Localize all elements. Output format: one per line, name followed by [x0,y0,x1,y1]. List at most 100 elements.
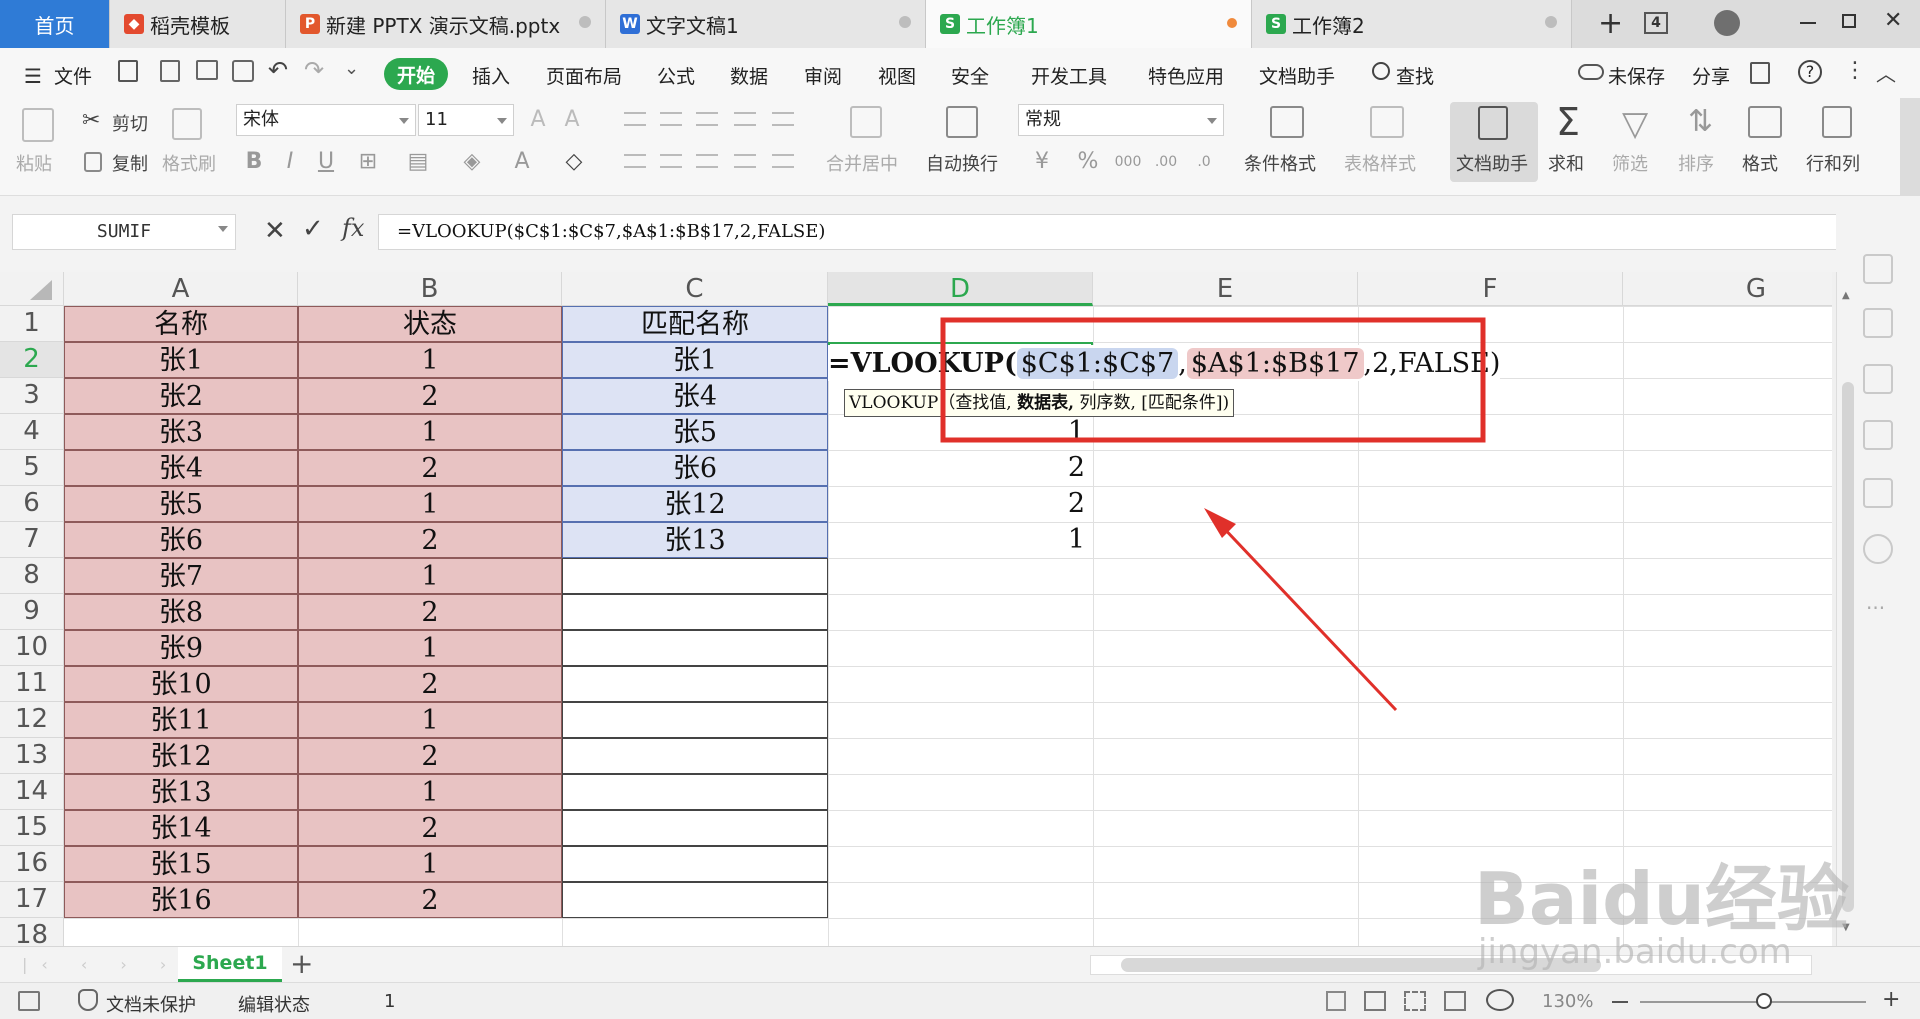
help-panel-icon[interactable] [1863,534,1893,564]
sort-icon[interactable]: ⇅ [1688,104,1713,139]
share-button[interactable]: 分享 [1692,62,1730,89]
cancel-icon[interactable]: ✕ [264,216,286,246]
zoom-slider-track[interactable] [1640,1001,1866,1003]
menu-features[interactable]: 特色应用 [1148,62,1224,89]
more-icon[interactable]: ⋮ [1844,58,1866,83]
publish-icon[interactable] [1750,62,1770,84]
menu-developer[interactable]: 开发工具 [1031,62,1107,89]
new-tab-icon[interactable]: + [1598,6,1623,41]
doc-assistant-icon[interactable] [1478,106,1508,140]
menu-home-start[interactable]: 开始 [384,58,448,90]
collapse-ribbon-icon[interactable]: ︿ [1876,58,1896,87]
bold-icon[interactable]: B [240,148,268,176]
font-grow-icon[interactable]: A [524,106,552,134]
customize-toolbar-icon[interactable]: ⌄ [344,58,359,79]
menu-doc-assistant[interactable]: 文档助手 [1259,62,1335,89]
close-icon[interactable] [579,16,591,28]
fullscreen-icon[interactable] [1326,991,1346,1011]
align-center-icon[interactable] [660,154,682,168]
name-box[interactable]: SUMIF [12,214,236,250]
sigma-icon[interactable]: Σ [1556,100,1580,144]
indent-decrease-icon[interactable] [734,112,756,126]
page-break-icon[interactable] [1404,991,1426,1011]
add-sheet-icon[interactable]: + [290,947,313,980]
format-icon[interactable] [1748,106,1782,138]
zoom-out-icon[interactable] [1612,1001,1628,1003]
menu-data[interactable]: 数据 [730,62,768,89]
formula-input[interactable]: =VLOOKUP($C$1:$C$7,$A$1:$B$17,2,FALSE) [378,214,1850,250]
fill-color-icon[interactable]: ◈ [458,148,486,176]
copy-icon[interactable] [84,152,102,172]
help-icon[interactable]: ? [1798,60,1822,84]
justify-icon[interactable] [734,154,756,168]
wrap-text-icon[interactable] [946,106,978,138]
sheet-nav-icon[interactable]: |‹ ‹ › ›| [22,955,200,974]
scroll-thumb[interactable] [1842,382,1854,912]
font-shrink-icon[interactable]: A [558,106,586,134]
tab-workbook2[interactable]: S 工作簿2 [1252,0,1572,48]
backup-icon[interactable] [1863,420,1893,450]
row-col-icon[interactable] [1822,106,1852,138]
cell-style-icon[interactable]: ▤ [404,148,432,176]
protect-status[interactable]: 文档未保护 [106,991,196,1017]
more-panel-icon[interactable]: ··· [1866,596,1885,620]
paste-icon[interactable] [22,108,54,142]
filter-icon[interactable]: ▽ [1622,104,1648,144]
font-size-select[interactable]: 11 [418,104,514,136]
insert-function-icon[interactable]: fx [342,214,364,242]
align-right-icon[interactable] [696,154,718,168]
menu-file[interactable]: 文件 [54,62,92,89]
scroll-up-icon[interactable]: ▲ [1842,290,1850,301]
italic-icon[interactable]: I [276,148,304,176]
menu-security[interactable]: 安全 [951,62,989,89]
unsaved-dot-icon[interactable] [1227,18,1237,28]
sheet-tab-sheet1[interactable]: Sheet1 [178,947,282,982]
save-icon[interactable] [118,60,138,82]
font-name-select[interactable]: 宋体 [236,104,416,136]
restore-icon[interactable] [1842,14,1856,28]
currency-icon[interactable]: ¥ [1028,148,1056,176]
menu-formula[interactable]: 公式 [657,62,695,89]
align-left-icon[interactable] [624,154,646,168]
filter-button[interactable]: 筛选 [1612,150,1648,176]
tab-word[interactable]: W 文字文稿1 [606,0,926,48]
property-panel-icon[interactable] [1863,364,1893,394]
row-col-button[interactable]: 行和列 [1806,150,1860,176]
sort-button[interactable]: 排序 [1678,150,1714,176]
percent-icon[interactable]: % [1074,148,1102,176]
zoom-slider-knob[interactable] [1756,993,1772,1009]
format-painter-icon[interactable] [172,108,202,140]
sum-button[interactable]: 求和 [1548,150,1584,176]
print-icon[interactable] [196,60,218,80]
close-icon[interactable] [899,16,911,28]
table-style-icon[interactable] [1370,106,1404,138]
print-preview-icon[interactable] [232,60,254,82]
format-painter-button[interactable]: 格式刷 [162,150,216,176]
tab-pptx[interactable]: P 新建 PPTX 演示文稿.pptx [286,0,606,48]
style-panel-icon[interactable] [1863,308,1893,338]
zoom-level[interactable]: 130% [1542,991,1593,1012]
align-bottom-icon[interactable] [696,112,718,126]
chevron-down-icon[interactable] [218,226,228,232]
number-format-select[interactable]: 常规 [1018,104,1224,136]
wrap-text-button[interactable]: 自动换行 [926,150,998,176]
menu-view[interactable]: 视图 [878,62,916,89]
select-tool-icon[interactable] [1863,254,1893,284]
align-middle-icon[interactable] [660,112,682,126]
decimal-increase-icon[interactable]: .00 [1152,148,1180,176]
table-style-button[interactable]: 表格样式 [1344,150,1416,176]
tab-count-badge[interactable]: 4 [1644,12,1668,34]
close-icon[interactable] [1545,16,1557,28]
avatar[interactable] [1714,10,1740,36]
ribbon-scroll-right[interactable] [1900,98,1920,196]
menu-review[interactable]: 审阅 [804,62,842,89]
hamburger-icon[interactable]: ☰ [24,64,42,88]
confirm-icon[interactable]: ✓ [302,214,324,244]
decimal-decrease-icon[interactable]: .0 [1190,148,1218,176]
tab-workbook1[interactable]: S 工作簿1 [926,0,1252,48]
format-button[interactable]: 格式 [1742,150,1778,176]
normal-view-icon[interactable] [1364,991,1386,1011]
conditional-format-button[interactable]: 条件格式 [1244,150,1316,176]
redo-icon[interactable]: ↷ [304,56,324,84]
clear-format-icon[interactable]: ◇ [560,148,588,176]
